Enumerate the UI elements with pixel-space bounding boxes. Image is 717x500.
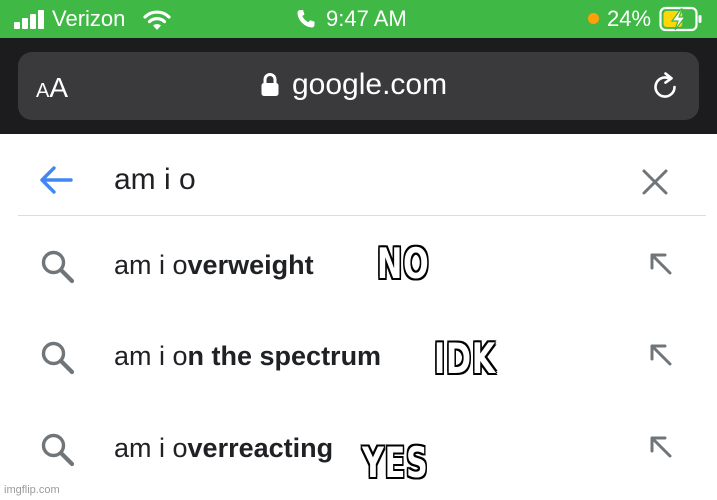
suggestion-item[interactable]: am i overreacting <box>0 402 717 492</box>
suggestion-completion: n the spectrum <box>187 341 382 371</box>
suggestion-typed: am i o <box>114 433 188 463</box>
address-bar[interactable]: AA google.com <box>18 52 699 120</box>
caption-no: NO <box>377 239 430 288</box>
text-size-button[interactable]: AA <box>36 72 68 104</box>
suggestion-text: am i on the spectrum <box>114 340 381 372</box>
suggestion-item[interactable]: am i on the spectrum <box>0 310 717 400</box>
lock-icon <box>261 73 279 96</box>
signal-icon <box>14 9 46 29</box>
fill-query-arrow-icon[interactable] <box>648 342 674 368</box>
suggestion-text: am i overreacting <box>114 432 333 464</box>
battery-percent: 24% <box>607 6 652 31</box>
search-icon <box>41 433 75 467</box>
clear-icon[interactable] <box>641 168 669 196</box>
status-bar: Verizon 9:47 AM 24% <box>0 0 717 38</box>
suggestion-typed: am i o <box>114 250 188 280</box>
search-icon <box>41 341 75 375</box>
reload-icon[interactable] <box>649 71 681 103</box>
wifi-icon <box>143 10 171 30</box>
battery-charging-icon <box>659 6 702 32</box>
caption-idk: IDK <box>434 334 496 383</box>
privacy-dot <box>588 13 599 24</box>
search-input[interactable] <box>114 162 594 198</box>
text-size-small-glyph: A <box>36 80 50 102</box>
suggestion-typed: am i o <box>114 341 188 371</box>
browser-toolbar: AA google.com <box>0 38 717 134</box>
divider <box>18 215 706 216</box>
text-size-large-glyph: A <box>49 72 69 103</box>
suggestion-completion: verweight <box>187 250 314 280</box>
back-arrow-icon[interactable] <box>38 165 74 195</box>
watermark: imgflip.com <box>4 484 60 496</box>
carrier-name: Verizon <box>52 6 126 31</box>
caption-yes: YES <box>362 438 429 487</box>
fill-query-arrow-icon[interactable] <box>648 434 674 460</box>
suggestion-completion: verreacting <box>187 433 334 463</box>
clock: 9:47 AM <box>326 6 407 31</box>
search-icon <box>41 250 75 284</box>
suggestion-item[interactable]: am i overweight <box>0 219 717 309</box>
fill-query-arrow-icon[interactable] <box>648 251 674 277</box>
search-bar <box>0 134 717 217</box>
suggestion-text: am i overweight <box>114 249 314 281</box>
phone-icon <box>297 10 315 28</box>
url-text[interactable]: google.com <box>292 68 447 102</box>
